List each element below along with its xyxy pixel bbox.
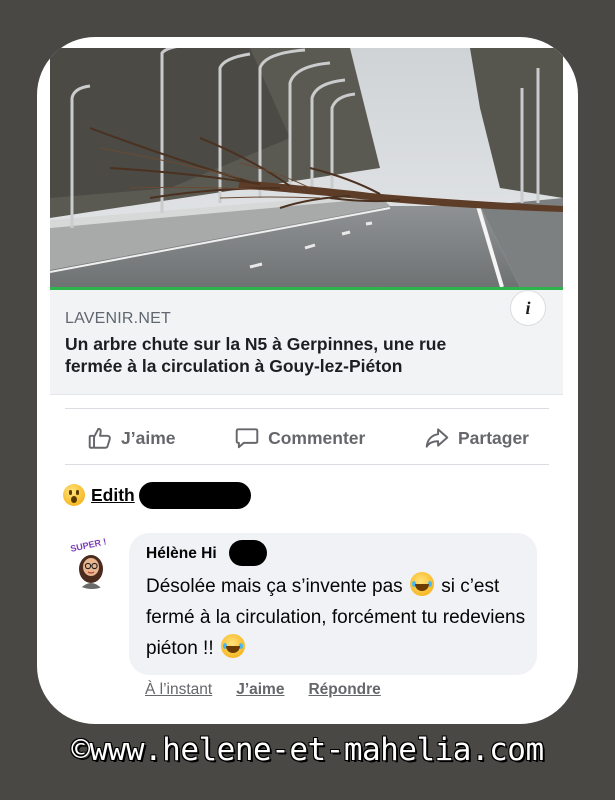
post-card: LAVENIR.NET Un arbre chute sur la N5 à G… [37, 37, 578, 724]
link-preview-image[interactable] [50, 48, 563, 290]
thumbs-up-icon [87, 425, 113, 451]
comment-time[interactable]: À l’instant [145, 681, 212, 699]
comment-text-part1: Désolée mais ça s’invente pas [146, 576, 403, 597]
redaction-mark [138, 481, 251, 509]
redaction-mark [229, 540, 267, 566]
info-icon[interactable]: i [510, 290, 546, 326]
comment-meta-links: À l’instant J’aime Répondre [145, 681, 381, 699]
comment-icon [234, 425, 260, 451]
reaction-row: Edith [63, 480, 251, 510]
post-actions-bar: J’aime Commenter Partager [65, 414, 549, 462]
link-title[interactable]: Un arbre chute sur la N5 à Gerpinnes, un… [65, 333, 505, 377]
share-button[interactable]: Partager [402, 425, 549, 451]
share-icon [424, 425, 450, 451]
link-domain: LAVENIR.NET [65, 310, 171, 327]
comment-text: Désolée mais ça s’invente pas si c’est f… [146, 571, 531, 664]
link-preview-info[interactable]: LAVENIR.NET Un arbre chute sur la N5 à G… [50, 290, 563, 395]
fallen-tree-road-photo [50, 48, 563, 287]
avatar[interactable]: SUPER ! [64, 533, 120, 589]
wow-reaction-icon [63, 484, 85, 506]
comment-reply-link[interactable]: Répondre [308, 681, 380, 699]
comment-button[interactable]: Commenter [212, 425, 385, 451]
reactor-name[interactable]: Edith [91, 485, 135, 506]
comment-like-link[interactable]: J’aime [236, 681, 284, 699]
like-button[interactable]: J’aime [65, 425, 195, 451]
like-label: J’aime [121, 427, 176, 448]
avatar-illustration: SUPER ! [64, 533, 120, 589]
divider-bottom [65, 464, 549, 465]
comment-label: Commenter [268, 427, 366, 448]
divider-top [65, 408, 549, 409]
laughing-emoji-icon [409, 572, 434, 596]
share-label: Partager [457, 427, 529, 448]
comment-bubble: Hélène Hi Désolée mais ça s’invente pas … [129, 533, 537, 675]
watermark: ©www.helene-et-mahelia.com [71, 732, 544, 768]
comment-author[interactable]: Hélène Hi [146, 545, 217, 563]
laughing-emoji-icon [220, 634, 245, 658]
